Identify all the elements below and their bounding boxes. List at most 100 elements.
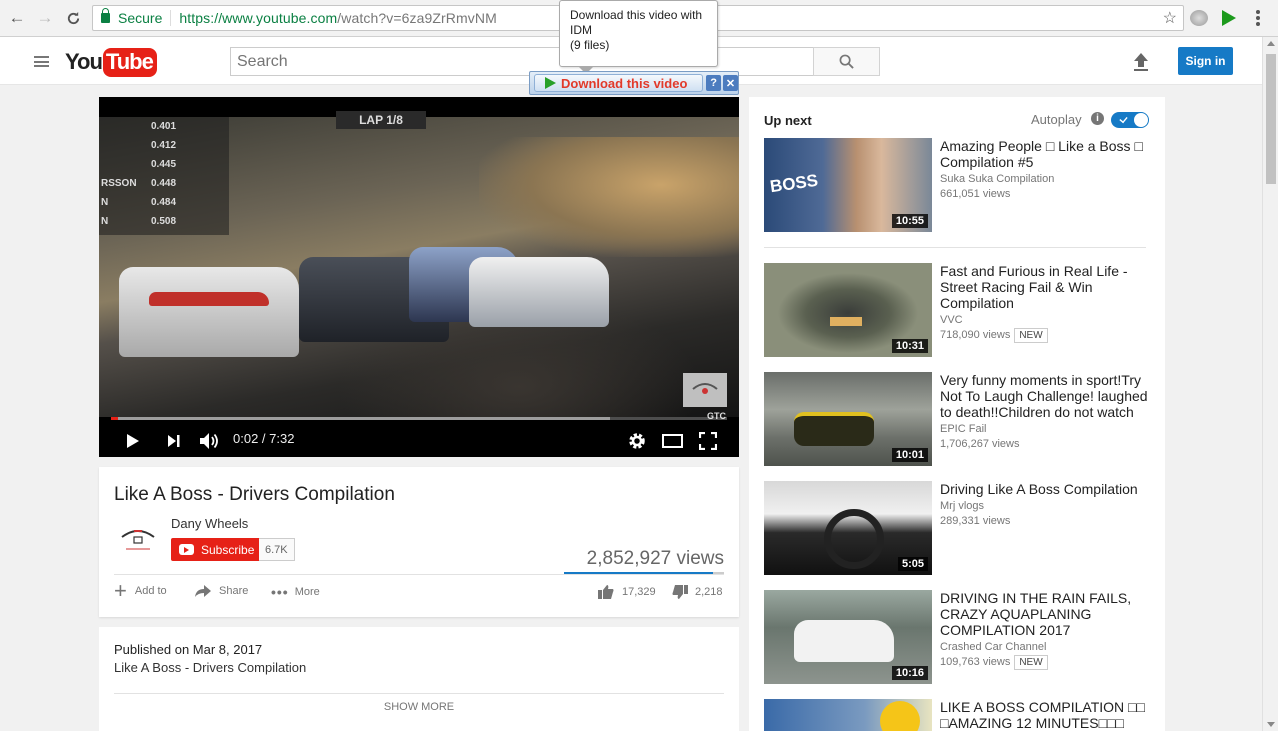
new-badge: NEW [1014,328,1048,343]
add-to-button[interactable]: + Add to [114,580,167,602]
video-duration: 10:16 [891,666,928,680]
leaderboard-time: 0.445 [151,159,177,170]
channel-logo-icon [121,530,155,550]
share-arrow-icon [195,585,211,597]
channel-avatar[interactable] [114,517,162,565]
video-thumbnail[interactable]: BOSS 10:55 [764,138,932,232]
scroll-up-arrow-icon[interactable] [1267,41,1275,46]
dislike-button[interactable]: 2,218 [671,584,723,600]
progress-bar[interactable] [111,417,727,420]
more-label: More [294,586,320,598]
idm-download-button[interactable]: Download this video [534,74,704,92]
theater-mode-icon[interactable] [662,434,683,448]
description-text: Like A Boss - Drivers Compilation [114,660,307,675]
watermark-logo-icon [692,383,718,394]
race-car [794,412,874,446]
leaderboard-time: 0.484 [151,197,177,208]
video-player[interactable]: 0.401 0.412 0.445 RSSON 0.448 N 0.484 N 0.508 LA… [99,97,739,457]
idm-extension-icon[interactable] [1222,10,1236,26]
video-card-title[interactable]: Fast and Furious in Real Life - Street R… [940,263,1152,311]
secure-label: Secure [118,10,163,26]
video-card-views: 1,706,267 views [940,438,1020,450]
video-card-views-row: 109,763 views NEW [940,655,1048,670]
video-thumbnail[interactable]: 10:31 [764,263,932,357]
video-card-title[interactable]: Driving Like A Boss Compilation [940,481,1152,497]
info-icon[interactable]: i [1091,112,1104,125]
idm-tooltip-line3: (9 files) [570,38,610,52]
sign-in-button[interactable]: Sign in [1178,47,1233,75]
video-duration: 10:55 [891,214,928,228]
leaderboard-name: RSSON [101,178,137,189]
play-icon[interactable] [126,433,140,449]
logo-you: You [65,49,103,74]
bookmark-star-icon[interactable]: ☆ [1163,8,1177,28]
white-car [794,620,894,662]
view-count: 2,852,927 views [586,548,724,569]
autoplay-label: Autoplay [1031,112,1082,127]
youtube-logo[interactable]: You Tube [65,47,157,77]
upload-icon[interactable] [1132,52,1150,72]
video-dust-cloud [479,137,739,257]
url-path: /watch?v=6za9ZrRmvNM [337,10,497,26]
check-icon [1119,114,1128,124]
video-duration: 10:01 [891,448,928,462]
like-ratio-fill [564,572,713,574]
extension-icon[interactable] [1190,10,1208,26]
leaderboard-time: 0.508 [151,216,177,227]
idm-tooltip-line1: Download this video with [570,8,703,22]
search-icon [839,54,854,69]
video-card-channel: EPIC Fail [940,423,987,435]
video-thumbnail[interactable]: 10:01 [764,372,932,466]
time-display: 0:02 / 7:32 [233,431,295,446]
autoplay-toggle[interactable] [1111,112,1149,128]
reload-icon[interactable] [62,7,84,29]
idm-help-button[interactable]: ? [706,75,722,91]
like-button[interactable]: 17,329 [597,584,656,600]
video-thumbnail[interactable]: 10:16 [764,590,932,684]
share-button[interactable]: Share [194,584,248,598]
next-icon[interactable] [167,434,181,448]
channel-name[interactable]: Dany Wheels [171,516,248,531]
video-card-views: 661,051 views [940,188,1011,200]
secure-indicator[interactable]: Secure [93,8,172,26]
settings-gear-icon[interactable] [628,432,646,450]
scroll-down-arrow-icon[interactable] [1267,722,1275,727]
leaderboard-name: N [101,197,109,208]
info-divider [114,574,724,575]
fullscreen-icon[interactable] [699,432,717,450]
published-date: Published on Mar 8, 2017 [114,642,263,657]
played-bar [111,417,118,420]
back-arrow-icon[interactable]: ← [6,7,28,29]
add-to-label: Add to [134,585,167,597]
scrollbar-thumb[interactable] [1266,54,1276,184]
laughing-emoji [880,701,920,731]
leaderboard-time: 0.412 [151,140,177,151]
browser-menu-icon[interactable] [1256,10,1260,26]
idm-download-panel: Download this video ? ✕ [529,71,739,95]
search-button[interactable] [813,47,880,76]
buffered-bar [111,417,610,420]
hamburger-menu-icon[interactable] [34,56,49,67]
video-card-title[interactable]: Very funny moments in sport!Try Not To L… [940,372,1152,420]
page-scrollbar[interactable] [1262,37,1278,731]
video-card-title[interactable]: LIKE A BOSS COMPILATION □□ □AMAZING 12 M… [940,699,1152,731]
video-thumbnail[interactable] [764,699,932,731]
subscribe-label: Subscribe [201,542,255,557]
video-card-title[interactable]: Amazing People □ Like a Boss □ Compilati… [940,138,1152,170]
like-count: 17,329 [622,586,656,598]
idm-close-button[interactable]: ✕ [723,75,738,91]
lap-counter: LAP 1/8 [336,111,426,129]
leaderboard-name: N [101,216,109,227]
video-card-channel: Suka Suka Compilation [940,173,1055,185]
subscriber-count: 6.7K [259,538,295,561]
video-card-title[interactable]: DRIVING IN THE RAIN FAILS, CRAZY AQUAPLA… [940,590,1152,638]
channel-watermark[interactable] [683,373,727,407]
video-car-silver [469,257,609,327]
more-button[interactable]: ••• More [271,584,320,600]
subscribe-button[interactable]: Subscribe [171,538,259,561]
volume-icon[interactable] [199,432,221,450]
forward-arrow-icon[interactable]: → [34,7,56,29]
video-duration: 5:05 [897,557,928,571]
show-more-button[interactable]: SHOW MORE [99,701,739,713]
video-thumbnail[interactable]: 5:05 [764,481,932,575]
